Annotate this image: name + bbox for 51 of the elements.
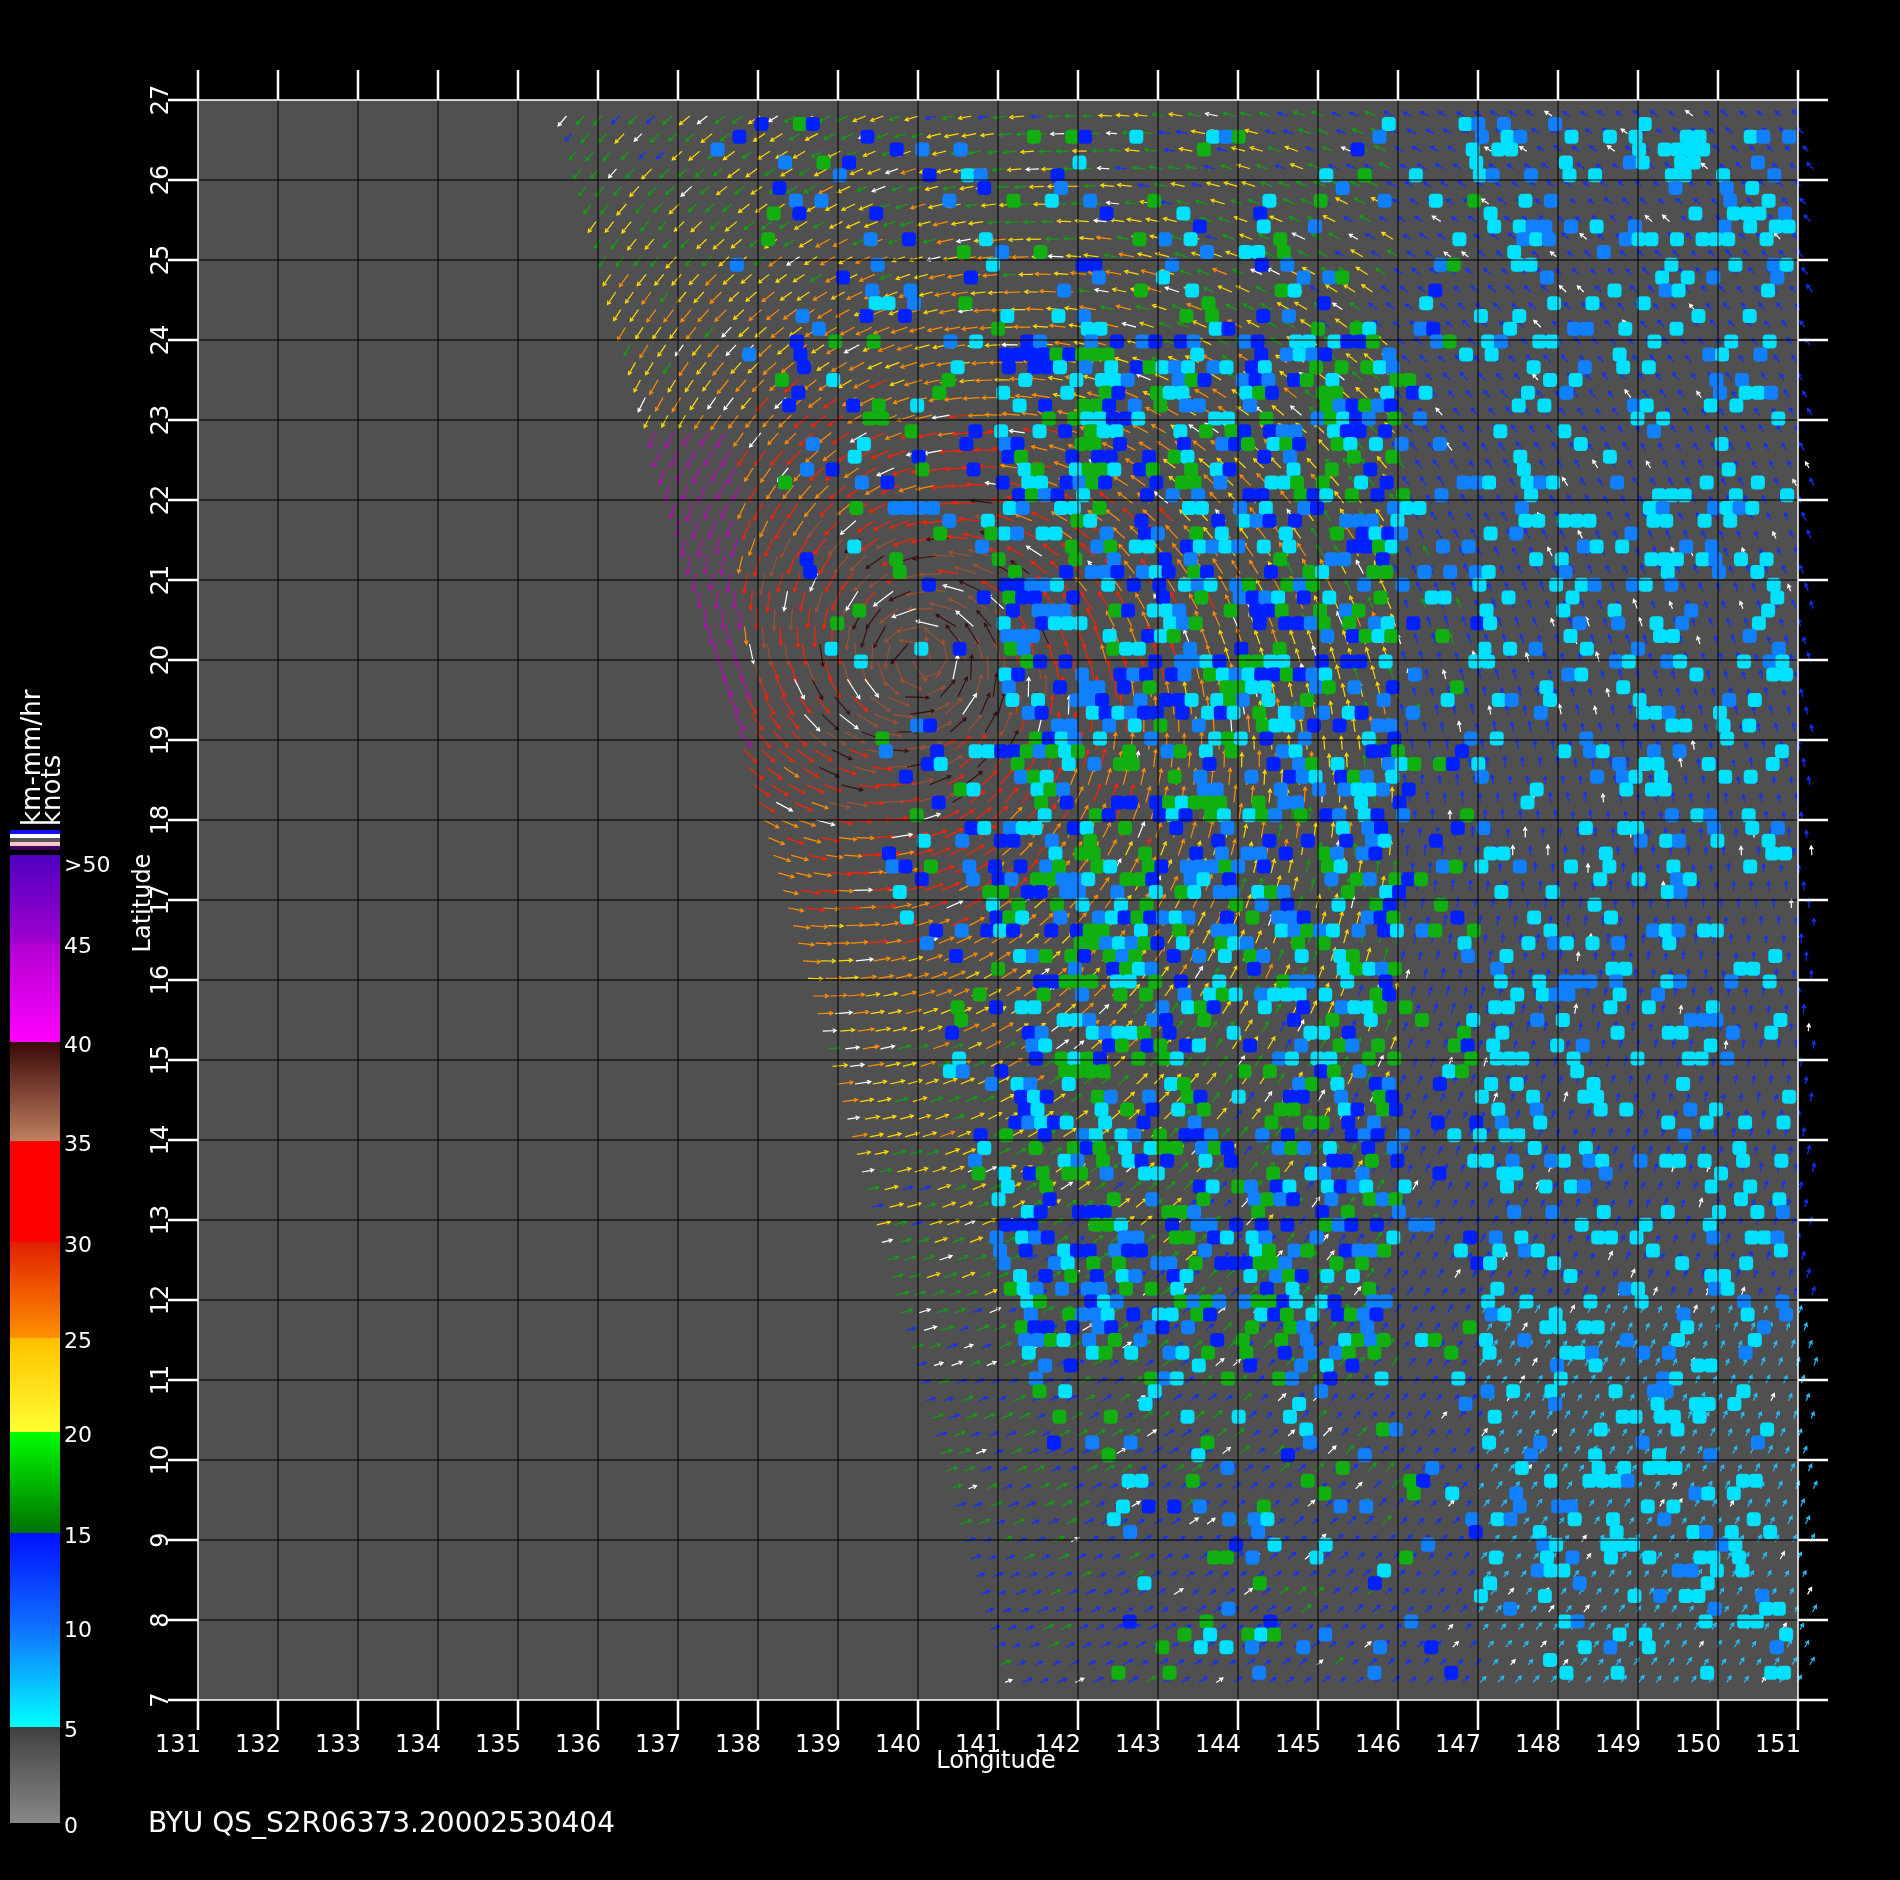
colorbar-label: 45 — [64, 933, 92, 958]
x-tick-label: 146 — [1355, 1730, 1401, 1758]
y-tick-label: 23 — [146, 404, 174, 436]
x-tick-label: 137 — [635, 1730, 681, 1758]
y-tick-label: 22 — [146, 484, 174, 516]
x-tick-label: 133 — [315, 1730, 361, 1758]
x-tick-label: 138 — [715, 1730, 761, 1758]
x-tick-label: 151 — [1755, 1730, 1801, 1758]
x-tick-label: 147 — [1435, 1730, 1481, 1758]
y-tick-label: 14 — [146, 1124, 174, 1156]
colorbar-label: >50 — [64, 852, 111, 877]
y-tick-label: 21 — [146, 564, 174, 596]
y-tick-label: 12 — [146, 1284, 174, 1316]
y-tick-label: 26 — [146, 164, 174, 196]
y-tick-label: 19 — [146, 724, 174, 756]
x-tick-label: 150 — [1675, 1730, 1721, 1758]
colorbar-label: 40 — [64, 1032, 92, 1057]
y-tick-label: 15 — [146, 1044, 174, 1076]
footer-caption: BYU QS_S2R06373.20002530404 — [148, 1806, 615, 1839]
x-tick-label: 135 — [475, 1730, 521, 1758]
colorbar-label: 5 — [64, 1717, 78, 1742]
x-tick-label: 134 — [395, 1730, 441, 1758]
colorbar-label: 15 — [64, 1523, 92, 1548]
x-tick-label: 136 — [555, 1730, 601, 1758]
y-tick-label: 18 — [146, 804, 174, 836]
x-tick-label: 144 — [1195, 1730, 1241, 1758]
colorbar-label: 10 — [64, 1617, 92, 1642]
colorbar-label: 25 — [64, 1328, 92, 1353]
x-tick-label: 145 — [1275, 1730, 1321, 1758]
x-tick-label: 148 — [1515, 1730, 1561, 1758]
colorbar-label: 30 — [64, 1232, 92, 1257]
x-tick-label: 132 — [235, 1730, 281, 1758]
colorbar-label: 0 — [64, 1813, 78, 1838]
y-tick-label: 8 — [146, 1612, 174, 1628]
x-tick-label: 139 — [795, 1730, 841, 1758]
y-tick-label: 25 — [146, 244, 174, 276]
y-tick-label: 13 — [146, 1204, 174, 1236]
y-tick-label: 10 — [146, 1444, 174, 1476]
y-tick-label: 16 — [146, 964, 174, 996]
y-tick-label: 24 — [146, 324, 174, 356]
y-tick-label: 20 — [146, 644, 174, 676]
x-tick-label: 149 — [1595, 1730, 1641, 1758]
x-tick-label: 140 — [875, 1730, 921, 1758]
y-tick-label: 27 — [146, 84, 174, 116]
x-tick-label: 143 — [1115, 1730, 1161, 1758]
x-tick-label: 131 — [155, 1730, 201, 1758]
y-tick-label: 11 — [146, 1364, 174, 1396]
y-tick-label: 7 — [146, 1692, 174, 1708]
colorbar-label: 20 — [64, 1422, 92, 1447]
y-tick-label: 9 — [146, 1532, 174, 1548]
colorbar-label: 35 — [64, 1131, 92, 1156]
